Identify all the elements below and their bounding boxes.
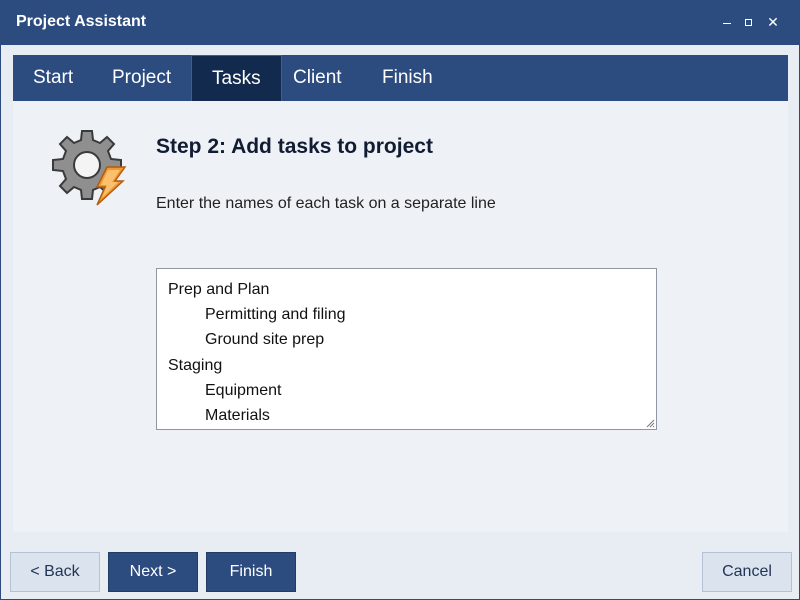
tab-client[interactable]: Client (273, 55, 362, 101)
finish-button[interactable]: Finish (206, 552, 296, 592)
tasks-textarea[interactable]: Prep and Plan Permitting and filing Grou… (156, 268, 657, 430)
back-button[interactable]: < Back (10, 552, 100, 592)
task-line: Ground site prep (205, 331, 325, 349)
gear-lightning-icon (52, 130, 127, 206)
instruction-text: Enter the names of each task on a separa… (156, 195, 496, 212)
tab-finish[interactable]: Finish (362, 55, 453, 101)
tab-tasks[interactable]: Tasks (191, 55, 282, 101)
project-assistant-window: Project Assistant ✕ Start Project Tasks … (0, 0, 800, 600)
tab-project[interactable]: Project (92, 55, 191, 101)
task-line: Staging (168, 356, 223, 374)
next-button[interactable]: Next > (108, 552, 198, 592)
close-icon[interactable]: ✕ (764, 13, 782, 31)
resize-grip-icon[interactable] (645, 418, 655, 428)
title-bar[interactable]: Project Assistant ✕ (1, 1, 799, 45)
task-line: Permitting and filing (205, 306, 346, 324)
tab-bar: Start Project Tasks Client Finish (13, 55, 788, 101)
tab-start[interactable]: Start (13, 55, 93, 101)
task-line: Prep and Plan (168, 281, 270, 298)
step-title: Step 2: Add tasks to project (156, 135, 433, 158)
task-line: Equipment (205, 381, 282, 399)
task-line: Materials (205, 406, 270, 424)
window-title: Project Assistant (16, 13, 147, 30)
maximize-icon[interactable] (740, 13, 758, 31)
minimize-icon[interactable] (718, 13, 736, 31)
cancel-button[interactable]: Cancel (702, 552, 792, 592)
